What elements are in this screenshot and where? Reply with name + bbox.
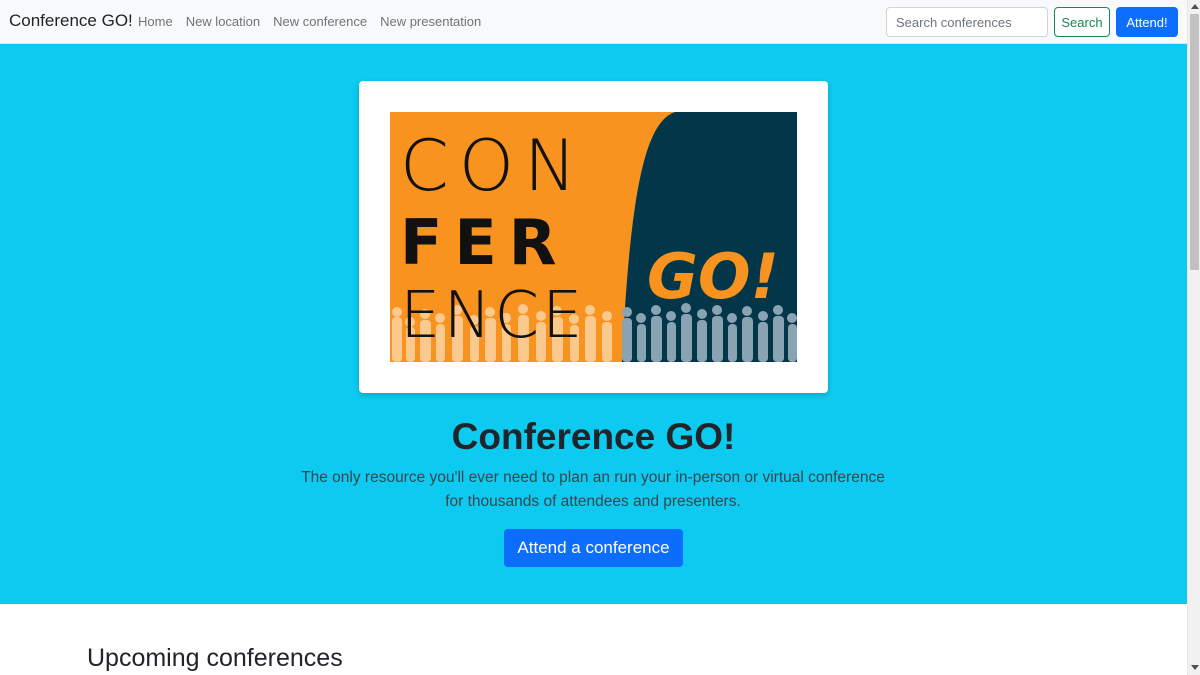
navbar-brand[interactable]: Conference GO! (9, 11, 133, 31)
scroll-up-arrow-icon[interactable] (1191, 4, 1199, 9)
hero-title: Conference GO! (451, 416, 736, 457)
attend-nav-button[interactable]: Attend! (1116, 7, 1178, 37)
logo-text-con: CON (400, 125, 586, 207)
logo-text-go: GO! (647, 240, 779, 313)
search-button[interactable]: Search (1054, 7, 1110, 37)
hero-lead-line1: The only resource you'll ever need to pl… (301, 469, 885, 486)
search-input[interactable] (886, 7, 1048, 37)
nav-link-new-location[interactable]: New location (186, 14, 260, 29)
attend-conference-button[interactable]: Attend a conference (504, 529, 683, 567)
logo-text-ence: ENCE (400, 279, 585, 353)
logo-text-fer: FER (400, 206, 568, 279)
hero-lead: The only resource you'll ever need to pl… (293, 466, 893, 514)
top-navbar: Conference GO! Home New location New con… (0, 0, 1187, 44)
scroll-down-arrow-icon[interactable] (1191, 665, 1199, 670)
upcoming-conferences-heading: Upcoming conferences (87, 644, 343, 672)
nav-link-home[interactable]: Home (138, 14, 173, 29)
logo-card: CON FER ENCE GO! (359, 81, 828, 393)
nav-links: Home New location New conference New pre… (138, 14, 494, 29)
hero-lead-line2: for thousands of attendees and presenter… (445, 493, 741, 510)
nav-link-new-conference[interactable]: New conference (273, 14, 367, 29)
nav-link-new-presentation[interactable]: New presentation (380, 14, 481, 29)
conference-logo-image: CON FER ENCE GO! (390, 112, 797, 362)
page-scrollbar[interactable] (1187, 0, 1200, 675)
hero-section: CON FER ENCE GO! Conference GO! The only… (0, 44, 1187, 604)
scroll-thumb[interactable] (1190, 14, 1199, 270)
